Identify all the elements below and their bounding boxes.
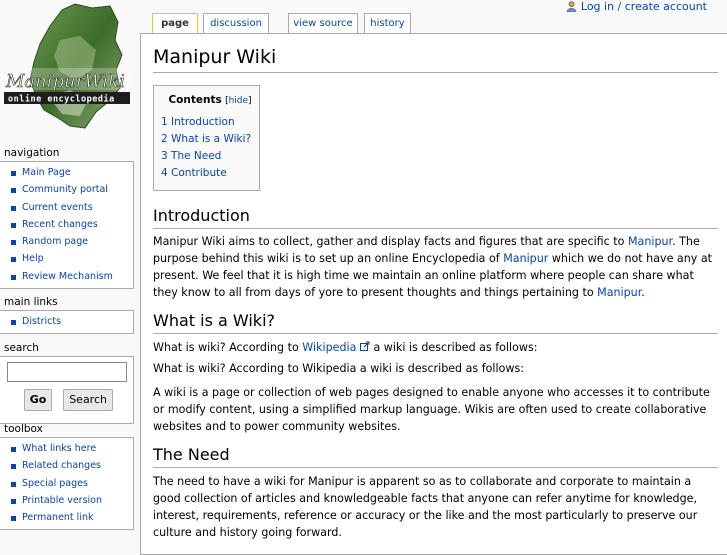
site-logo[interactable]: ManipurWiki online encyclopedia: [0, 0, 135, 140]
wiki-paragraph-2: What is wiki? According to Wikipedia a w…: [153, 362, 524, 375]
manipur-link[interactable]: Manipur: [503, 252, 548, 265]
main-links-portlet: main links Districts: [0, 295, 134, 335]
tab-history[interactable]: history: [364, 13, 411, 33]
tool-permanent-link[interactable]: Permanent link: [0, 509, 133, 526]
external-link-icon: [359, 341, 370, 351]
main-links-title: main links: [4, 296, 58, 308]
svg-text:ManipurWiki: ManipurWiki: [5, 71, 125, 92]
toc-title: Contents [hide]: [168, 94, 252, 106]
tab-discussion[interactable]: discussion: [203, 13, 269, 33]
nav-random-page[interactable]: Random page: [0, 233, 133, 250]
heading-what-is-a-wiki: What is a Wiki?: [153, 310, 718, 334]
wiki-paragraph-3: A wiki is a page or collection of web pa…: [153, 386, 710, 433]
intro-paragraph: Manipur Wiki aims to collect, gather and…: [153, 235, 712, 299]
nav-main-page[interactable]: Main Page: [0, 164, 133, 181]
tool-what-links-here[interactable]: What links here: [0, 440, 133, 457]
toc-item-contribute[interactable]: 4 Contribute: [161, 165, 259, 182]
page-title: Manipur Wiki: [153, 42, 718, 73]
navigation-portlet: navigation Main Page Community portal Cu…: [0, 146, 134, 290]
toc-item-introduction[interactable]: 1 Introduction: [161, 114, 259, 131]
toolbox-title: toolbox: [4, 423, 43, 435]
content-area: Manipur Wiki Contents [hide] 1 Introduct…: [140, 33, 727, 555]
tab-page[interactable]: page: [152, 13, 198, 33]
search-input[interactable]: [7, 362, 127, 382]
nav-community-portal[interactable]: Community portal: [0, 181, 133, 198]
navigation-title: navigation: [4, 147, 60, 159]
wiki-paragraph-1: What is wiki? According to Wikipedia a w…: [153, 341, 538, 354]
login-link[interactable]: Log in / create account: [581, 0, 707, 13]
tool-special-pages[interactable]: Special pages: [0, 475, 133, 492]
user-bar: Log in / create account: [566, 0, 707, 13]
need-paragraph: The need to have a wiki for Manipur is a…: [153, 475, 698, 539]
tool-printable-version[interactable]: Printable version: [0, 492, 133, 509]
svg-text:online encyclopedia: online encyclopedia: [8, 94, 115, 105]
search-title: search: [4, 342, 39, 354]
manipur-map-icon: ManipurWiki online encyclopedia: [2, 3, 132, 129]
tool-related-changes[interactable]: Related changes: [0, 457, 133, 474]
go-button[interactable]: Go: [24, 389, 52, 411]
user-icon: [566, 1, 577, 12]
wikipedia-link[interactable]: Wikipedia: [302, 341, 370, 354]
toc-hide-link[interactable]: hide: [229, 96, 248, 106]
heading-introduction: Introduction: [153, 205, 718, 229]
nav-current-events[interactable]: Current events: [0, 199, 133, 216]
search-portlet: search Go Search: [0, 341, 134, 424]
search-button[interactable]: Search: [63, 389, 114, 411]
nav-recent-changes[interactable]: Recent changes: [0, 216, 133, 233]
toolbox-portlet: toolbox What links here Related changes …: [0, 422, 134, 531]
tab-view-source[interactable]: view source: [288, 13, 358, 33]
heading-the-need: The Need: [153, 444, 718, 468]
nav-help[interactable]: Help: [0, 250, 133, 267]
manipur-link[interactable]: Manipur: [597, 286, 641, 299]
table-of-contents: Contents [hide] 1 Introduction 2 What is…: [153, 85, 260, 191]
toc-item-the-need[interactable]: 3 The Need: [161, 148, 259, 165]
nav-review-mechanism[interactable]: Review Mechanism: [0, 268, 133, 285]
manipur-link[interactable]: Manipur: [628, 235, 672, 248]
toc-item-what-is-a-wiki[interactable]: 2 What is a Wiki?: [161, 131, 259, 148]
link-districts[interactable]: Districts: [0, 313, 133, 330]
